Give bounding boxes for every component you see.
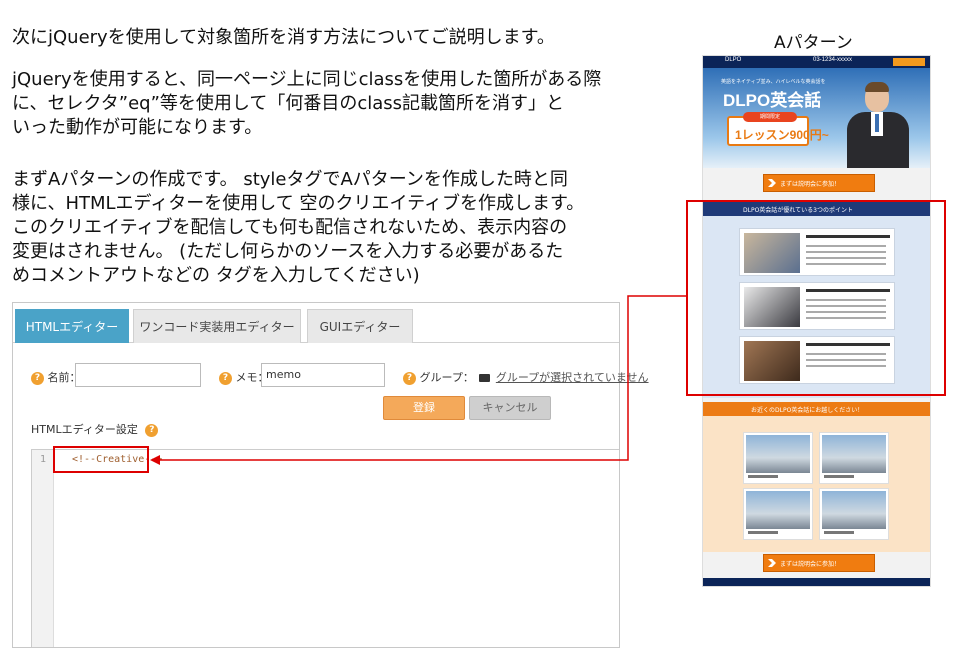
preview-hero: 英語をネイティブ並み、ハイレベルな英会話を DLPO英会話 期間限定 1レッスン… (703, 68, 930, 168)
intro-line: このクリエイティブを配信しても何も配信されないため、表示内容の (12, 217, 568, 238)
intro-paragraph-3: まずAパターンの作成です。 styleタグでAパターンを作成した時と同 様に、H… (12, 168, 584, 288)
intro-paragraph-2: jQueryを使用すると、同一ページ上に同じclassを使用した箇所がある際 に… (12, 68, 601, 140)
preview-header-button (893, 58, 925, 66)
preview-header: DLPO 03-1234-xxxxx (703, 56, 930, 68)
preview-logo: DLPO (725, 57, 742, 63)
preview-hero-title: DLPO英会話 (723, 91, 822, 110)
intro-line: 変更はされません。 (ただし何らかのソースを入力する必要があるた (12, 241, 564, 262)
help-icon[interactable]: ? (403, 371, 416, 385)
cancel-button[interactable]: キャンセル (469, 396, 551, 420)
help-icon[interactable]: ? (31, 371, 44, 385)
register-button[interactable]: 登録 (383, 396, 465, 420)
html-editor-panel: HTMLエディター ワンコード実装用エディター GUIエディター ? 名前： ?… (12, 302, 649, 648)
editor-settings-label: HTMLエディター設定 ? (31, 421, 159, 437)
tab-onecode-editor[interactable]: ワンコード実装用エディター (133, 309, 301, 343)
preview-highlight-box (686, 200, 946, 396)
line-gutter: 1 (32, 450, 54, 647)
tab-gui-editor[interactable]: GUIエディター (307, 309, 413, 343)
tab-html-editor[interactable]: HTMLエディター (15, 309, 129, 343)
group-label-text: グループ： (419, 371, 474, 384)
intro-line: に、セレクタ”eq”等を使用して「何番目のclass記載箇所を消す」と (12, 93, 565, 114)
help-icon[interactable]: ? (219, 371, 232, 385)
memo-input[interactable]: memo (261, 363, 385, 387)
businessman-photo (843, 82, 913, 168)
branch-city-photo (743, 488, 813, 540)
preview-branch-header: お近くのDLPO英会話にお越しください！ (703, 402, 930, 416)
arrow-icon (768, 559, 776, 567)
group-select-link[interactable]: グループが選択されていません (496, 371, 649, 384)
intro-paragraph-1: 次にjQueryを使用して対象箇所を消す方法についてご説明します。 (12, 26, 555, 50)
name-label: ? 名前： (31, 369, 81, 385)
preview-hero-subtitle: 英語をネイティブ並み、ハイレベルな英会話を (721, 79, 826, 85)
preview-price-tag: 期間限定 (743, 112, 797, 122)
intro-line: 様に、HTMLエディターを使用して 空のクリエイティブを作成します。 (12, 193, 585, 214)
intro-line: めコメントアウトなどの タグを入力してください) (12, 265, 420, 286)
branch-city-photo (819, 432, 889, 484)
intro-line: jQueryを使用すると、同一ページ上に同じclassを使用した箇所がある際 (12, 69, 602, 90)
intro-line: まずAパターンの作成です。 styleタグでAパターンを作成した時と同 (12, 169, 568, 190)
preview-cta-label: まずは説明会に参加！ (780, 561, 841, 568)
preview-phone: 03-1234-xxxxx (813, 57, 853, 63)
preview-branch-section: お近くのDLPO英会話にお越しください！ (703, 402, 930, 552)
preview-footer (703, 578, 930, 586)
branch-city-photo (743, 432, 813, 484)
name-input[interactable] (75, 363, 201, 387)
help-icon[interactable]: ? (145, 423, 159, 437)
branch-city-photo (819, 488, 889, 540)
pattern-title: Aパターン (774, 33, 853, 53)
preview-price-box: 期間限定 1レッスン900円~ (727, 112, 829, 146)
preview-cta-button: まずは説明会に参加！ (763, 174, 875, 192)
code-editor[interactable]: 1 <!--Creative--> (31, 449, 619, 647)
code-highlight-box (53, 446, 149, 473)
folder-icon (479, 374, 491, 382)
intro-line: いった動作が可能になります。 (12, 117, 263, 138)
editor-tabs: HTMLエディター ワンコード実装用エディター GUIエディター (13, 303, 619, 343)
line-number: 1 (40, 454, 47, 465)
editor-settings-text: HTMLエディター設定 (31, 423, 138, 436)
preview-cta-label: まずは説明会に参加！ (780, 181, 841, 188)
group-label: ? グループ： グループが選択されていません (403, 369, 649, 385)
preview-cta-button: まずは説明会に参加！ (763, 554, 875, 572)
arrow-icon (768, 179, 776, 187)
intro-line: 次にjQueryを使用して対象箇所を消す方法についてご説明します。 (12, 27, 555, 48)
preview-branch-title: お近くのDLPO英会話にお越しください！ (751, 407, 864, 414)
preview-price: 1レッスン900円~ (735, 128, 829, 142)
